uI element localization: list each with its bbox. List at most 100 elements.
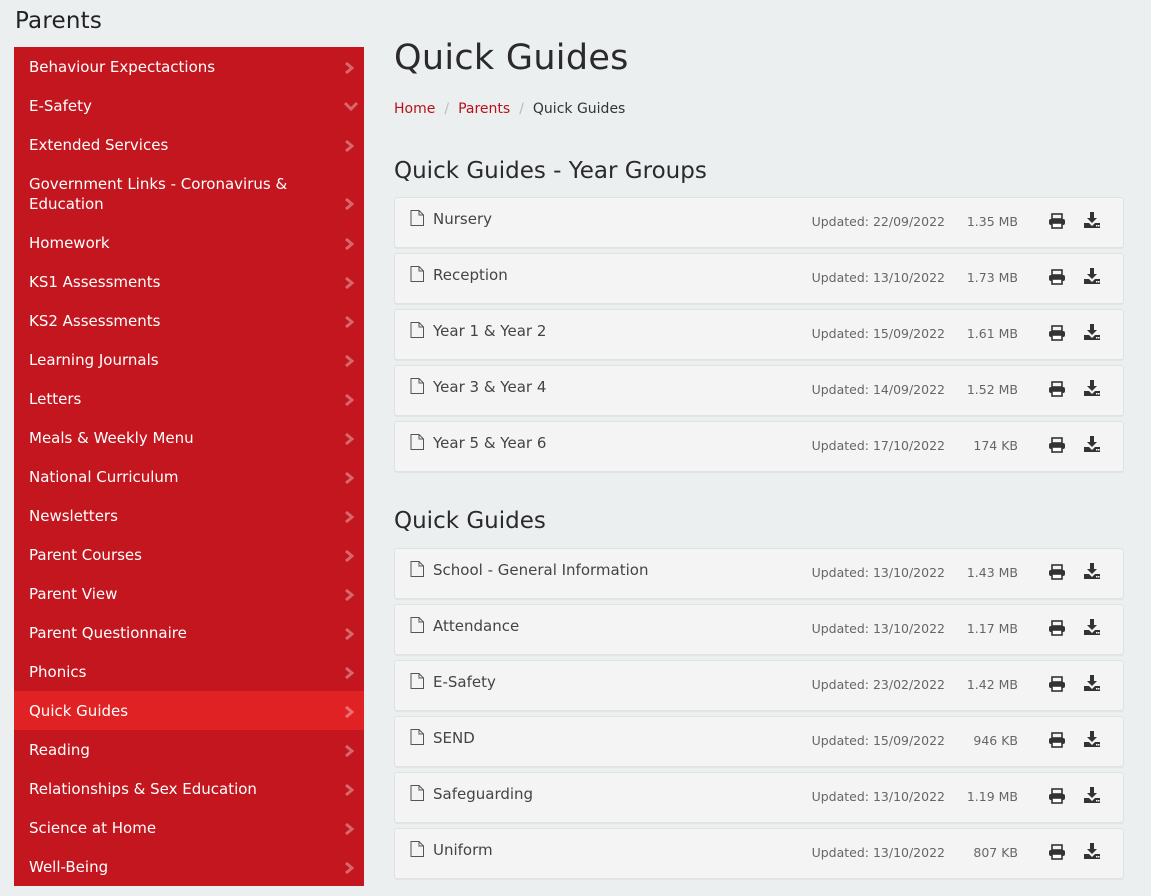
chevron-right-icon[interactable] [344, 315, 354, 328]
print-icon[interactable] [1048, 381, 1066, 397]
file-size: 807 KB [973, 845, 1018, 860]
sidebar-item-learning-journals[interactable]: Learning Journals [14, 340, 364, 379]
section-title-year-groups: Quick Guides - Year Groups [394, 158, 707, 184]
sidebar-item-quick-guides[interactable]: Quick Guides [14, 691, 364, 730]
print-icon[interactable] [1048, 676, 1066, 692]
document-icon [410, 434, 424, 450]
file-size: 174 KB [973, 438, 1018, 453]
sidebar-item-national-curriculum[interactable]: National Curriculum [14, 457, 364, 496]
chevron-right-icon[interactable] [344, 783, 354, 796]
chevron-right-icon[interactable] [344, 549, 354, 562]
chevron-right-icon[interactable] [344, 861, 354, 874]
chevron-right-icon[interactable] [344, 237, 354, 250]
document-icon [410, 561, 424, 577]
download-icon[interactable] [1083, 379, 1101, 397]
breadcrumb-parents[interactable]: Parents [458, 101, 510, 117]
sidebar-item-homework[interactable]: Homework [14, 223, 364, 262]
chevron-right-icon[interactable] [344, 588, 354, 601]
sidebar-item-science-at-home[interactable]: Science at Home [14, 808, 364, 847]
file-row[interactable]: SEND Updated: 15/09/2022 946 KB [394, 716, 1124, 767]
file-row[interactable]: Safeguarding Updated: 13/10/2022 1.19 MB [394, 772, 1124, 823]
file-row[interactable]: Nursery Updated: 22/09/2022 1.35 MB [394, 197, 1124, 248]
file-name[interactable]: Attendance [433, 617, 519, 635]
file-name[interactable]: Reception [433, 266, 508, 284]
download-icon[interactable] [1083, 786, 1101, 804]
print-icon[interactable] [1048, 788, 1066, 804]
download-icon[interactable] [1083, 562, 1101, 580]
chevron-right-icon[interactable] [344, 197, 354, 210]
sidebar-item-ks2-assessments[interactable]: KS2 Assessments [14, 301, 364, 340]
file-row[interactable]: Year 1 & Year 2 Updated: 15/09/2022 1.61 M… [394, 309, 1124, 360]
download-icon[interactable] [1083, 674, 1101, 692]
document-icon [410, 785, 424, 801]
print-icon[interactable] [1048, 325, 1066, 341]
chevron-right-icon[interactable] [344, 822, 354, 835]
file-name[interactable]: SEND [433, 729, 475, 747]
chevron-down-icon[interactable] [344, 101, 358, 111]
print-icon[interactable] [1048, 269, 1066, 285]
chevron-right-icon[interactable] [344, 276, 354, 289]
file-name[interactable]: School - General Information [433, 561, 648, 579]
sidebar-item-parent-view[interactable]: Parent View [14, 574, 364, 613]
file-size: 946 KB [973, 733, 1018, 748]
print-icon[interactable] [1048, 437, 1066, 453]
print-icon[interactable] [1048, 844, 1066, 860]
sidebar-item-label: Government Links - Coronavirus & Educati… [29, 174, 288, 213]
sidebar-item-e-safety[interactable]: E-Safety [14, 86, 364, 125]
download-icon[interactable] [1083, 211, 1101, 229]
file-name[interactable]: Safeguarding [433, 785, 533, 803]
chevron-right-icon[interactable] [344, 432, 354, 445]
download-icon[interactable] [1083, 730, 1101, 748]
file-size: 1.61 MB [966, 326, 1018, 341]
file-row[interactable]: Year 3 & Year 4 Updated: 14/09/2022 1.52 M… [394, 365, 1124, 416]
sidebar-item-reading[interactable]: Reading [14, 730, 364, 769]
breadcrumb-home[interactable]: Home [394, 101, 435, 117]
file-row[interactable]: E-Safety Updated: 23/02/2022 1.42 MB [394, 660, 1124, 711]
file-name[interactable]: Year 1 & Year 2 [433, 322, 546, 340]
chevron-right-icon[interactable] [344, 627, 354, 640]
sidebar-item-meals-weekly-menu[interactable]: Meals & Weekly Menu [14, 418, 364, 457]
file-name[interactable]: Year 3 & Year 4 [433, 378, 546, 396]
file-size: 1.43 MB [966, 565, 1018, 580]
file-name[interactable]: E-Safety [433, 673, 496, 691]
print-icon[interactable] [1048, 620, 1066, 636]
sidebar-item-ks1-assessments[interactable]: KS1 Assessments [14, 262, 364, 301]
sidebar-item-phonics[interactable]: Phonics [14, 652, 364, 691]
sidebar-item-relationships-sex-education[interactable]: Relationships & Sex Education [14, 769, 364, 808]
sidebar-item-well-being[interactable]: Well-Being [14, 847, 364, 886]
file-row[interactable]: Year 5 & Year 6 Updated: 17/10/2022 174 KB [394, 421, 1124, 472]
download-icon[interactable] [1083, 435, 1101, 453]
sidebar-item-extended-services[interactable]: Extended Services [14, 125, 364, 164]
sidebar-item-parent-courses[interactable]: Parent Courses [14, 535, 364, 574]
chevron-right-icon[interactable] [344, 666, 354, 679]
sidebar-item-label: Parent View [29, 584, 118, 603]
download-icon[interactable] [1083, 323, 1101, 341]
download-icon[interactable] [1083, 842, 1101, 860]
file-row[interactable]: Attendance Updated: 13/10/2022 1.17 MB [394, 604, 1124, 655]
chevron-right-icon[interactable] [344, 744, 354, 757]
download-icon[interactable] [1083, 267, 1101, 285]
print-icon[interactable] [1048, 732, 1066, 748]
file-row[interactable]: Uniform Updated: 13/10/2022 807 KB [394, 828, 1124, 879]
sidebar-item-parent-questionnaire[interactable]: Parent Questionnaire [14, 613, 364, 652]
sidebar-item-letters[interactable]: Letters [14, 379, 364, 418]
chevron-right-icon[interactable] [344, 510, 354, 523]
sidebar-item-behaviour-expectactions[interactable]: Behaviour Expectactions [14, 47, 364, 86]
chevron-right-icon[interactable] [344, 139, 354, 152]
file-row[interactable]: School - General Information Updated: 13/… [394, 548, 1124, 599]
file-name[interactable]: Nursery [433, 210, 492, 228]
sidebar-item-newsletters[interactable]: Newsletters [14, 496, 364, 535]
file-name[interactable]: Year 5 & Year 6 [433, 434, 546, 452]
file-name[interactable]: Uniform [433, 841, 493, 859]
print-icon[interactable] [1048, 213, 1066, 229]
file-row[interactable]: Reception Updated: 13/10/2022 1.73 MB [394, 253, 1124, 304]
sidebar-item-government-links-coronavirus-education[interactable]: Government Links - Coronavirus & Educati… [14, 164, 364, 223]
print-icon[interactable] [1048, 564, 1066, 580]
chevron-right-icon[interactable] [344, 393, 354, 406]
sidebar-item-label: National Curriculum [29, 467, 179, 486]
chevron-right-icon[interactable] [344, 354, 354, 367]
download-icon[interactable] [1083, 618, 1101, 636]
chevron-right-icon[interactable] [344, 471, 354, 484]
chevron-right-icon[interactable] [344, 61, 354, 74]
chevron-right-icon[interactable] [344, 705, 354, 718]
